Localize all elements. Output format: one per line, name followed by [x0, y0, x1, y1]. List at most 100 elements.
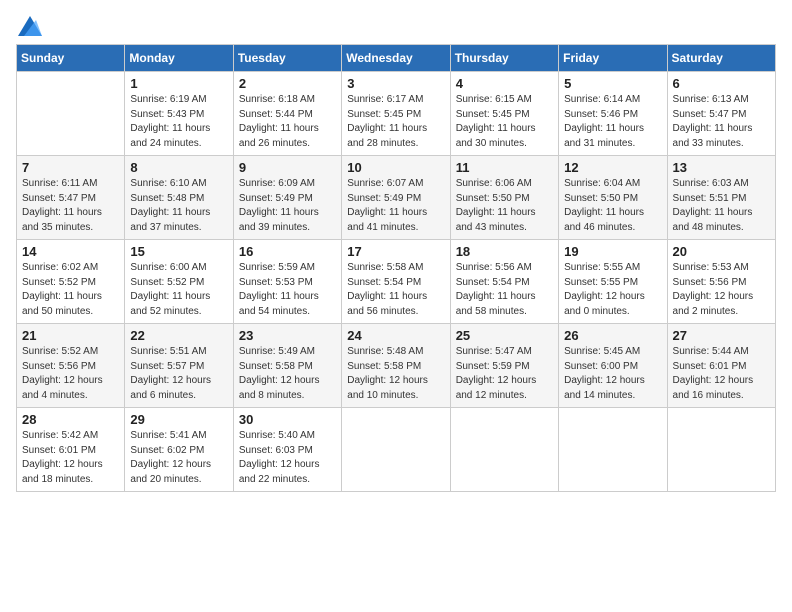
- day-number: 19: [564, 244, 661, 259]
- logo-icon: [18, 16, 42, 36]
- calendar-week-row: 14 Sunrise: 6:02 AMSunset: 5:52 PMDayligh…: [17, 240, 776, 324]
- day-info: Sunrise: 6:06 AMSunset: 5:50 PMDaylight:…: [456, 177, 553, 235]
- day-info: Sunrise: 6:17 AMSunset: 5:45 PMDaylight:…: [347, 93, 444, 151]
- day-of-week-header: Thursday: [450, 45, 558, 72]
- day-info: Sunrise: 6:02 AMSunset: 5:52 PMDaylight:…: [22, 261, 119, 319]
- day-of-week-header: Monday: [125, 45, 233, 72]
- day-number: 13: [673, 160, 770, 175]
- day-number: 25: [456, 328, 553, 343]
- day-info: Sunrise: 6:11 AMSunset: 5:47 PMDaylight:…: [22, 177, 119, 235]
- calendar-cell: 29 Sunrise: 5:41 AMSunset: 6:02 PMDayligh…: [125, 408, 233, 492]
- day-number: 27: [673, 328, 770, 343]
- calendar-header-row: SundayMondayTuesdayWednesdayThursdayFrid…: [17, 45, 776, 72]
- day-info: Sunrise: 5:40 AMSunset: 6:03 PMDaylight:…: [239, 429, 336, 487]
- calendar-cell: 28 Sunrise: 5:42 AMSunset: 6:01 PMDayligh…: [17, 408, 125, 492]
- day-number: 6: [673, 76, 770, 91]
- calendar-cell: 3Sunrise: 6:17 AMSunset: 5:45 PMDaylight…: [342, 72, 450, 156]
- calendar-cell: 7 Sunrise: 6:11 AMSunset: 5:47 PMDaylight…: [17, 156, 125, 240]
- calendar-cell: 14 Sunrise: 6:02 AMSunset: 5:52 PMDayligh…: [17, 240, 125, 324]
- calendar-cell: 12 Sunrise: 6:04 AMSunset: 5:50 PMDayligh…: [559, 156, 667, 240]
- day-info: Sunrise: 6:15 AMSunset: 5:45 PMDaylight:…: [456, 93, 553, 151]
- day-number: 14: [22, 244, 119, 259]
- calendar-cell: 2 Sunrise: 6:18 AMSunset: 5:44 PMDaylight…: [233, 72, 341, 156]
- day-of-week-header: Friday: [559, 45, 667, 72]
- calendar-cell: 21Sunrise: 5:52 AMSunset: 5:56 PMDayligh…: [17, 324, 125, 408]
- calendar-cell: 16Sunrise: 5:59 AMSunset: 5:53 PMDayligh…: [233, 240, 341, 324]
- day-of-week-header: Wednesday: [342, 45, 450, 72]
- calendar-cell: 23 Sunrise: 5:49 AMSunset: 5:58 PMDayligh…: [233, 324, 341, 408]
- calendar-cell: 22 Sunrise: 5:51 AMSunset: 5:57 PMDayligh…: [125, 324, 233, 408]
- day-number: 24: [347, 328, 444, 343]
- calendar-cell: 9Sunrise: 6:09 AMSunset: 5:49 PMDaylight…: [233, 156, 341, 240]
- calendar-week-row: 21Sunrise: 5:52 AMSunset: 5:56 PMDayligh…: [17, 324, 776, 408]
- day-info: Sunrise: 5:44 AMSunset: 6:01 PMDaylight:…: [673, 345, 770, 403]
- day-info: Sunrise: 5:55 AMSunset: 5:55 PMDaylight:…: [564, 261, 661, 319]
- day-info: Sunrise: 5:51 AMSunset: 5:57 PMDaylight:…: [130, 345, 227, 403]
- day-info: Sunrise: 5:48 AMSunset: 5:58 PMDaylight:…: [347, 345, 444, 403]
- day-number: 7: [22, 160, 119, 175]
- day-info: Sunrise: 5:59 AMSunset: 5:53 PMDaylight:…: [239, 261, 336, 319]
- calendar-cell: 25 Sunrise: 5:47 AMSunset: 5:59 PMDayligh…: [450, 324, 558, 408]
- calendar-cell: 10 Sunrise: 6:07 AMSunset: 5:49 PMDayligh…: [342, 156, 450, 240]
- day-info: Sunrise: 6:13 AMSunset: 5:47 PMDaylight:…: [673, 93, 770, 151]
- calendar-cell: 30 Sunrise: 5:40 AMSunset: 6:03 PMDayligh…: [233, 408, 341, 492]
- calendar-cell: 19 Sunrise: 5:55 AMSunset: 5:55 PMDayligh…: [559, 240, 667, 324]
- calendar-table: SundayMondayTuesdayWednesdayThursdayFrid…: [16, 44, 776, 492]
- day-number: 1: [130, 76, 227, 91]
- day-of-week-header: Saturday: [667, 45, 775, 72]
- day-info: Sunrise: 6:19 AMSunset: 5:43 PMDaylight:…: [130, 93, 227, 151]
- day-info: Sunrise: 6:03 AMSunset: 5:51 PMDaylight:…: [673, 177, 770, 235]
- day-info: Sunrise: 5:52 AMSunset: 5:56 PMDaylight:…: [22, 345, 119, 403]
- calendar-cell: 8 Sunrise: 6:10 AMSunset: 5:48 PMDaylight…: [125, 156, 233, 240]
- calendar-cell: [559, 408, 667, 492]
- calendar-cell: [667, 408, 775, 492]
- day-info: Sunrise: 6:18 AMSunset: 5:44 PMDaylight:…: [239, 93, 336, 151]
- day-info: Sunrise: 6:00 AMSunset: 5:52 PMDaylight:…: [130, 261, 227, 319]
- calendar-week-row: 28 Sunrise: 5:42 AMSunset: 6:01 PMDayligh…: [17, 408, 776, 492]
- day-number: 20: [673, 244, 770, 259]
- day-number: 12: [564, 160, 661, 175]
- day-info: Sunrise: 6:09 AMSunset: 5:49 PMDaylight:…: [239, 177, 336, 235]
- page-header: [16, 16, 776, 36]
- calendar-cell: 26 Sunrise: 5:45 AMSunset: 6:00 PMDayligh…: [559, 324, 667, 408]
- day-number: 2: [239, 76, 336, 91]
- day-number: 15: [130, 244, 227, 259]
- day-number: 30: [239, 412, 336, 427]
- day-number: 22: [130, 328, 227, 343]
- day-info: Sunrise: 6:10 AMSunset: 5:48 PMDaylight:…: [130, 177, 227, 235]
- day-number: 11: [456, 160, 553, 175]
- day-of-week-header: Sunday: [17, 45, 125, 72]
- day-number: 10: [347, 160, 444, 175]
- calendar-cell: 15 Sunrise: 6:00 AMSunset: 5:52 PMDayligh…: [125, 240, 233, 324]
- day-info: Sunrise: 5:58 AMSunset: 5:54 PMDaylight:…: [347, 261, 444, 319]
- calendar-week-row: 7 Sunrise: 6:11 AMSunset: 5:47 PMDaylight…: [17, 156, 776, 240]
- day-number: 28: [22, 412, 119, 427]
- day-number: 18: [456, 244, 553, 259]
- calendar-cell: [17, 72, 125, 156]
- day-number: 23: [239, 328, 336, 343]
- calendar-cell: 5 Sunrise: 6:14 AMSunset: 5:46 PMDaylight…: [559, 72, 667, 156]
- day-info: Sunrise: 5:56 AMSunset: 5:54 PMDaylight:…: [456, 261, 553, 319]
- day-info: Sunrise: 5:45 AMSunset: 6:00 PMDaylight:…: [564, 345, 661, 403]
- day-number: 4: [456, 76, 553, 91]
- logo: [16, 16, 42, 36]
- day-info: Sunrise: 6:04 AMSunset: 5:50 PMDaylight:…: [564, 177, 661, 235]
- day-number: 5: [564, 76, 661, 91]
- calendar-cell: 11 Sunrise: 6:06 AMSunset: 5:50 PMDayligh…: [450, 156, 558, 240]
- day-info: Sunrise: 6:14 AMSunset: 5:46 PMDaylight:…: [564, 93, 661, 151]
- day-number: 8: [130, 160, 227, 175]
- calendar-cell: 24 Sunrise: 5:48 AMSunset: 5:58 PMDayligh…: [342, 324, 450, 408]
- day-info: Sunrise: 5:41 AMSunset: 6:02 PMDaylight:…: [130, 429, 227, 487]
- day-info: Sunrise: 6:07 AMSunset: 5:49 PMDaylight:…: [347, 177, 444, 235]
- calendar-cell: 4 Sunrise: 6:15 AMSunset: 5:45 PMDaylight…: [450, 72, 558, 156]
- day-info: Sunrise: 5:42 AMSunset: 6:01 PMDaylight:…: [22, 429, 119, 487]
- day-info: Sunrise: 5:49 AMSunset: 5:58 PMDaylight:…: [239, 345, 336, 403]
- day-number: 26: [564, 328, 661, 343]
- calendar-cell: 20 Sunrise: 5:53 AMSunset: 5:56 PMDayligh…: [667, 240, 775, 324]
- day-of-week-header: Tuesday: [233, 45, 341, 72]
- day-number: 29: [130, 412, 227, 427]
- day-info: Sunrise: 5:47 AMSunset: 5:59 PMDaylight:…: [456, 345, 553, 403]
- calendar-cell: 27 Sunrise: 5:44 AMSunset: 6:01 PMDayligh…: [667, 324, 775, 408]
- calendar-cell: 18 Sunrise: 5:56 AMSunset: 5:54 PMDayligh…: [450, 240, 558, 324]
- day-info: Sunrise: 5:53 AMSunset: 5:56 PMDaylight:…: [673, 261, 770, 319]
